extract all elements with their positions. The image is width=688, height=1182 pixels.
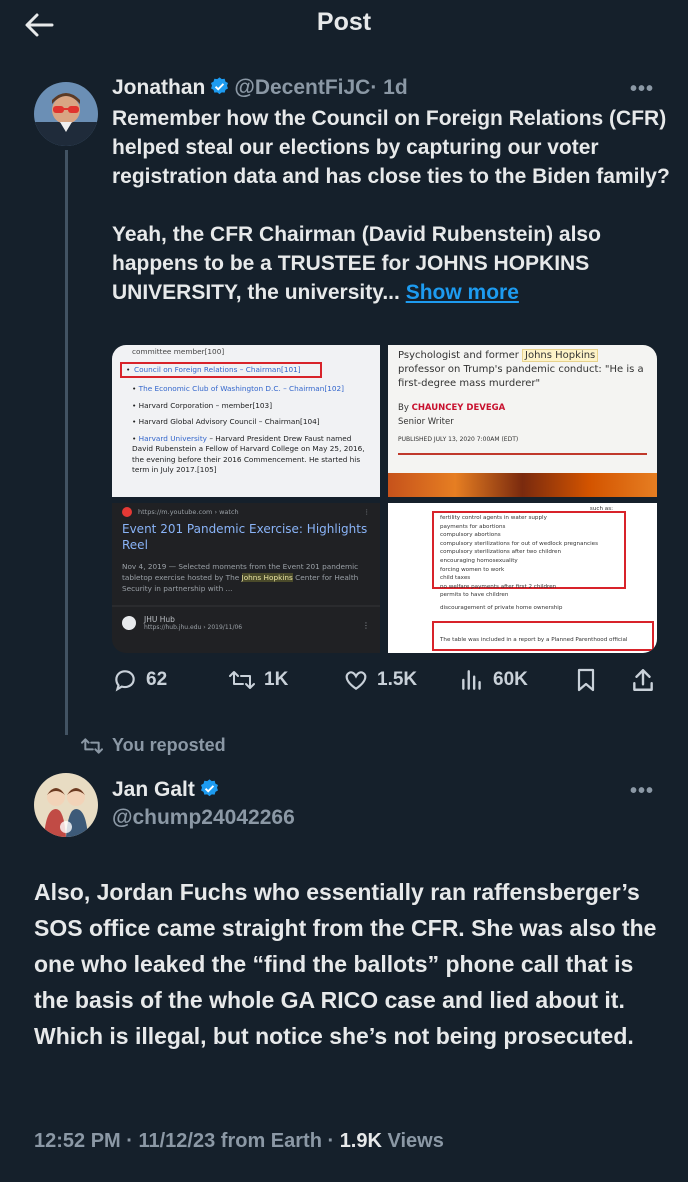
- reply-count: 62: [146, 669, 168, 690]
- doc-list: fertility control agents in water supply…: [440, 515, 599, 611]
- post-time[interactable]: · 1d: [370, 76, 407, 99]
- media-image-document[interactable]: such as: fertility control agents in wat…: [388, 503, 657, 653]
- reply-icon: [115, 670, 135, 692]
- repost-icon: [81, 737, 103, 754]
- tweet-paragraph-2: Yeah, the CFR Chairman (David Rubenstein…: [112, 223, 601, 304]
- heart-icon: [345, 671, 367, 690]
- page-title: Post: [316, 8, 372, 36]
- tweet-text: Remember how the Council on Foreign Rela…: [112, 104, 672, 307]
- user-handle[interactable]: @chump24042266: [112, 806, 295, 830]
- views-chart-icon: [462, 670, 481, 690]
- media-image-video[interactable]: https://m.youtube.com › watch ⋮ Event 20…: [112, 503, 380, 653]
- tweet-header: Jan Galt: [112, 778, 224, 802]
- views-count: 1.9K: [339, 1130, 382, 1152]
- media-image-wiki[interactable]: committee member[100] • Council on Foreig…: [112, 345, 380, 497]
- bookmark-button[interactable]: [574, 667, 598, 698]
- like-button[interactable]: 1.5K: [343, 667, 417, 693]
- show-more-link[interactable]: Show more: [406, 281, 519, 304]
- media-image-article[interactable]: Psychologist and former Johns Hopkins pr…: [388, 345, 657, 497]
- share-icon: [633, 669, 653, 691]
- repost-count: 1K: [264, 669, 289, 690]
- tweet-paragraph-1: Remember how the Council on Foreign Rela…: [112, 107, 670, 188]
- views-count: 60K: [493, 669, 528, 690]
- reply-button[interactable]: 62: [112, 667, 167, 693]
- display-name[interactable]: Jonathan: [112, 76, 205, 99]
- bookmark-icon: [577, 668, 595, 692]
- tweet-header: Jonathan @DecentFiJC· 1d: [112, 76, 408, 100]
- repost-icon: [229, 671, 255, 689]
- verified-badge-icon: [199, 778, 220, 799]
- more-options-icon[interactable]: •••: [630, 78, 654, 101]
- more-options-icon[interactable]: •••: [630, 780, 654, 803]
- avatar[interactable]: [34, 82, 98, 146]
- user-handle[interactable]: @DecentFiJC: [234, 76, 370, 99]
- views-button[interactable]: 60K: [459, 667, 528, 693]
- repost-button[interactable]: 1K: [228, 667, 288, 693]
- kebab-icon: ⋮: [362, 621, 370, 630]
- display-name[interactable]: Jan Galt: [112, 778, 195, 801]
- article-banner-image: [388, 473, 657, 497]
- media-grid[interactable]: committee member[100] • Council on Foreig…: [112, 345, 657, 653]
- views-label: Views: [381, 1130, 444, 1152]
- kebab-icon: ⋮: [363, 508, 371, 516]
- thread-line: [65, 150, 68, 735]
- youtube-icon: [122, 507, 132, 517]
- jhu-hub-icon: [122, 616, 136, 630]
- share-button[interactable]: [630, 667, 656, 698]
- post-metadata: 12:52 PM · 11/12/23 from Earth · 1.9K Vi…: [34, 1130, 444, 1153]
- post-timestamp[interactable]: 12:52 PM · 11/12/23 from Earth ·: [34, 1130, 340, 1152]
- verified-badge-icon: [209, 76, 230, 97]
- tweet-text: Also, Jordan Fuchs who essentially ran r…: [34, 879, 657, 1049]
- avatar[interactable]: [34, 773, 98, 837]
- like-count: 1.5K: [377, 669, 418, 690]
- repost-indicator: You reposted: [80, 735, 226, 756]
